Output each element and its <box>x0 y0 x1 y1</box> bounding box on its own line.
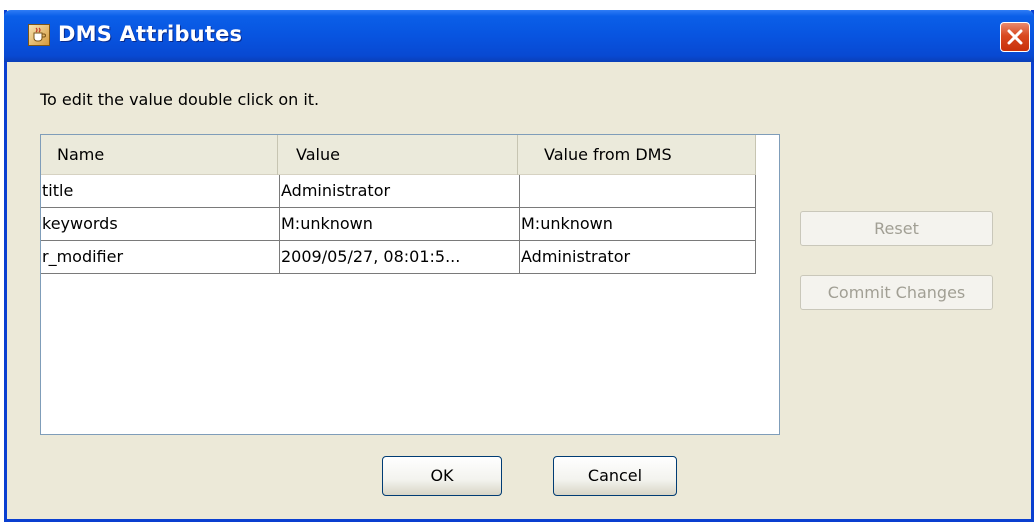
cell-value[interactable]: 2009/05/27, 08:01:5... <box>280 241 520 274</box>
table-row[interactable]: title Administrator <box>41 175 756 208</box>
cell-name[interactable]: title <box>41 175 280 208</box>
java-cup-icon <box>28 24 50 46</box>
cell-value-from-dms[interactable]: M:unknown <box>520 208 756 241</box>
cell-value[interactable]: M:unknown <box>280 208 520 241</box>
title-bar[interactable]: DMS Attributes <box>4 10 1034 62</box>
cell-name[interactable]: r_modifier <box>41 241 280 274</box>
attributes-table[interactable]: Name Value Value from DMS title Administ… <box>40 134 780 435</box>
ok-button[interactable]: OK <box>382 456 502 496</box>
dms-attributes-dialog: DMS Attributes To edit the value double … <box>4 10 1034 522</box>
table-header: Name Value Value from DMS <box>41 135 756 175</box>
instruction-text: To edit the value double click on it. <box>40 90 320 109</box>
cancel-button[interactable]: Cancel <box>553 456 677 496</box>
cell-value-from-dms[interactable]: Administrator <box>520 241 756 274</box>
table-row[interactable]: keywords M:unknown M:unknown <box>41 208 756 241</box>
close-icon <box>1007 29 1023 45</box>
cell-name[interactable]: keywords <box>41 208 280 241</box>
column-header-value[interactable]: Value <box>278 135 518 175</box>
reset-button[interactable]: Reset <box>800 211 993 246</box>
cell-value[interactable]: Administrator <box>280 175 520 208</box>
table-row[interactable]: r_modifier 2009/05/27, 08:01:5... Admini… <box>41 241 756 274</box>
commit-changes-button[interactable]: Commit Changes <box>800 275 993 310</box>
window-title: DMS Attributes <box>58 22 243 46</box>
column-header-name[interactable]: Name <box>41 135 278 175</box>
cell-value-from-dms[interactable] <box>520 175 756 208</box>
column-header-value-from-dms[interactable]: Value from DMS <box>518 135 756 175</box>
close-button[interactable] <box>1000 22 1030 52</box>
